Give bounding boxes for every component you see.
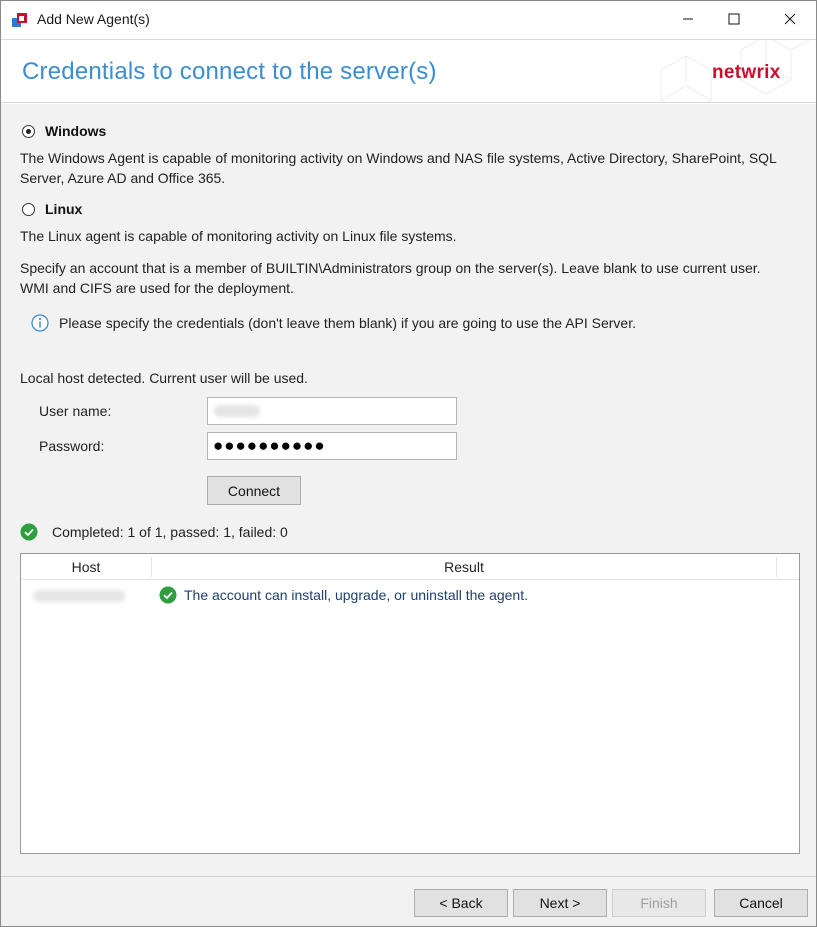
password-value: ●●●●●●●●●● [213,436,326,455]
wizard-footer: < Back Next > Finish Cancel [1,876,816,926]
result-text: The account can install, upgrade, or uni… [184,587,528,603]
column-divider [776,557,777,577]
column-header-result[interactable]: Result [152,554,776,580]
check-circle-icon [20,523,38,541]
wizard-header: Credentials to connect to the server(s) … [1,39,816,103]
cancel-button[interactable]: Cancel [714,889,808,917]
linux-radio-label[interactable]: Linux [45,201,82,217]
windows-radio-button[interactable] [22,124,35,138]
minimize-button[interactable] [665,1,711,37]
next-button[interactable]: Next > [513,889,607,917]
connection-status: Completed: 1 of 1, passed: 1, failed: 0 [20,523,288,541]
account-instructions: Specify an account that is a member of B… [20,260,761,296]
back-button[interactable]: < Back [414,889,508,917]
title-bar: Add New Agent(s) [1,1,816,39]
windows-radio-label[interactable]: Windows [45,123,106,139]
result-cell: The account can install, upgrade, or uni… [159,586,528,604]
linux-radio-option[interactable]: Linux [22,201,82,217]
wizard-content: Windows The Windows Agent is capable of … [1,104,816,876]
username-field[interactable] [207,397,457,425]
password-label: Password: [39,438,105,454]
close-icon [784,13,796,25]
info-note-text: Please specify the credentials (don't le… [59,315,637,331]
table-row[interactable]: The account can install, upgrade, or uni… [21,584,799,608]
connect-button[interactable]: Connect [207,476,301,505]
finish-button[interactable]: Finish [612,889,706,917]
maximize-icon [728,13,740,25]
info-note: Please specify the credentials (don't le… [31,314,636,332]
windows-description: The Windows Agent is capable of monitori… [20,150,777,186]
username-label: User name: [39,403,112,419]
username-value [214,405,260,417]
minimize-icon [683,18,693,20]
column-header-host[interactable]: Host [21,554,151,580]
local-host-message: Local host detected. Current user will b… [20,370,308,386]
maximize-button[interactable] [711,1,757,37]
status-text: Completed: 1 of 1, passed: 1, failed: 0 [52,524,288,540]
netwrix-logo: netwrix [712,62,781,83]
linux-description: The Linux agent is capable of monitoring… [20,228,457,244]
page-title: Credentials to connect to the server(s) [22,58,437,85]
password-field[interactable]: ●●●●●●●●●● [207,432,457,460]
window-title: Add New Agent(s) [37,11,150,27]
host-cell [33,590,125,602]
linux-radio-button[interactable] [22,202,35,216]
add-agent-window: Add New Agent(s) Credentials to connect … [0,0,817,927]
windows-radio-option[interactable]: Windows [22,123,106,139]
results-table-header: Host Result [21,554,799,580]
close-button[interactable] [767,1,813,37]
check-circle-icon [159,586,177,604]
results-table[interactable]: Host Result The account can install, upg… [20,553,800,854]
info-icon [31,314,49,332]
netwrix-app-icon [11,11,29,29]
